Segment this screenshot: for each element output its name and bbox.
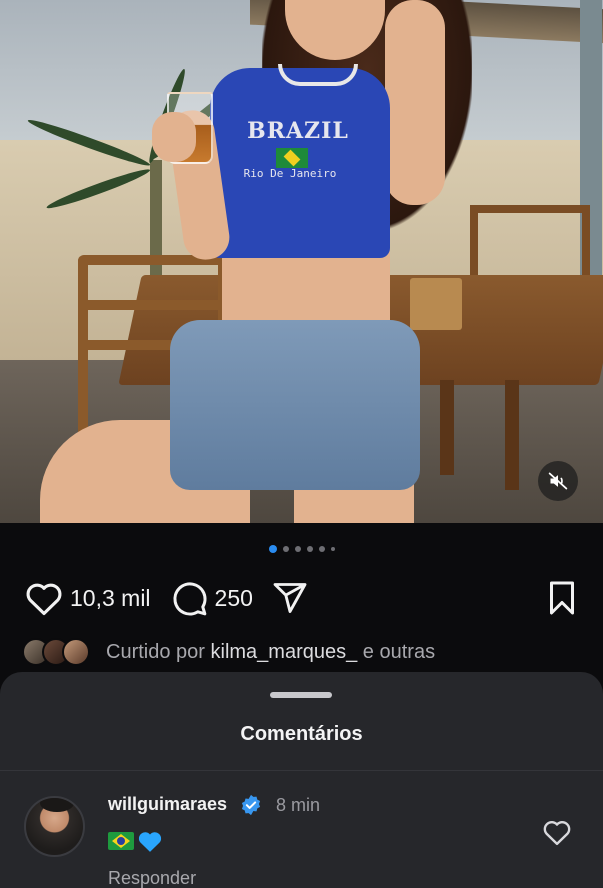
photo-chair-slat — [78, 300, 228, 310]
carousel-dot — [294, 546, 301, 552]
post-photo[interactable]: BRAZIL Rio De Janeiro — [0, 0, 603, 523]
carousel-dot — [282, 546, 289, 552]
heart-icon — [26, 583, 62, 616]
post-actions-bar: 10,3 mil 250 — [24, 578, 579, 618]
comment-button[interactable]: 250 — [169, 579, 253, 617]
comment-username[interactable]: willguimaraes — [108, 794, 227, 815]
comment-time: 8 min — [276, 795, 321, 815]
photo-hand — [152, 112, 196, 162]
bookmark-icon — [550, 581, 574, 615]
mute-button[interactable] — [538, 461, 578, 501]
photo-arm — [385, 0, 445, 205]
carousel-dot — [330, 547, 335, 551]
photo-chair — [470, 205, 590, 275]
carousel-indicator — [0, 545, 603, 553]
comment-icon — [172, 582, 207, 616]
sheet-drag-handle[interactable] — [270, 692, 332, 698]
reply-button[interactable]: Responder — [108, 868, 196, 888]
save-button[interactable] — [545, 580, 579, 621]
send-icon — [273, 583, 307, 613]
shirt-print-subtitle: Rio De Janeiro — [243, 167, 337, 180]
photo-napkin-holder — [410, 278, 462, 330]
liked-by-prefix: Curtido por — [106, 640, 205, 663]
divider — [0, 770, 603, 771]
photo-table-leg — [505, 380, 519, 490]
liked-by-row[interactable]: Curtido por kilma_marques_ e outras — [22, 636, 435, 668]
shirt-print-title: BRAZIL — [247, 118, 349, 144]
liked-by-suffix[interactable]: e outras — [363, 641, 435, 663]
liked-by-user-link[interactable]: kilma_marques_ — [211, 641, 358, 663]
likes-count[interactable]: 10,3 mil — [70, 585, 151, 612]
photo-shirt-collar — [278, 64, 358, 86]
sheet-title: Comentários — [240, 723, 363, 745]
verified-badge-icon — [241, 794, 261, 816]
like-button[interactable]: 10,3 mil — [24, 580, 151, 616]
comment-avatar[interactable] — [24, 796, 85, 857]
comments-count[interactable]: 250 — [215, 585, 253, 612]
brazil-flag-icon — [108, 832, 134, 850]
carousel-dot — [306, 546, 313, 552]
carousel-dot — [268, 545, 277, 553]
share-button[interactable] — [271, 580, 309, 616]
heart-icon — [543, 821, 571, 846]
carousel-dot — [318, 546, 325, 552]
speaker-muted-icon — [548, 472, 568, 490]
photo-table-leg — [440, 380, 454, 475]
shirt-flag-icon — [276, 148, 308, 168]
liked-by-avatars — [22, 638, 90, 666]
comments-sheet: Comentários willguimaraes 8 min Responde… — [0, 672, 603, 888]
photo-shorts — [170, 320, 420, 490]
blue-heart-icon — [138, 832, 162, 852]
avatar — [62, 638, 90, 666]
comment-like-button[interactable] — [542, 818, 572, 851]
liked-by-text: Curtido por kilma_marques_ e outras — [106, 641, 435, 664]
comment-text — [108, 829, 164, 853]
